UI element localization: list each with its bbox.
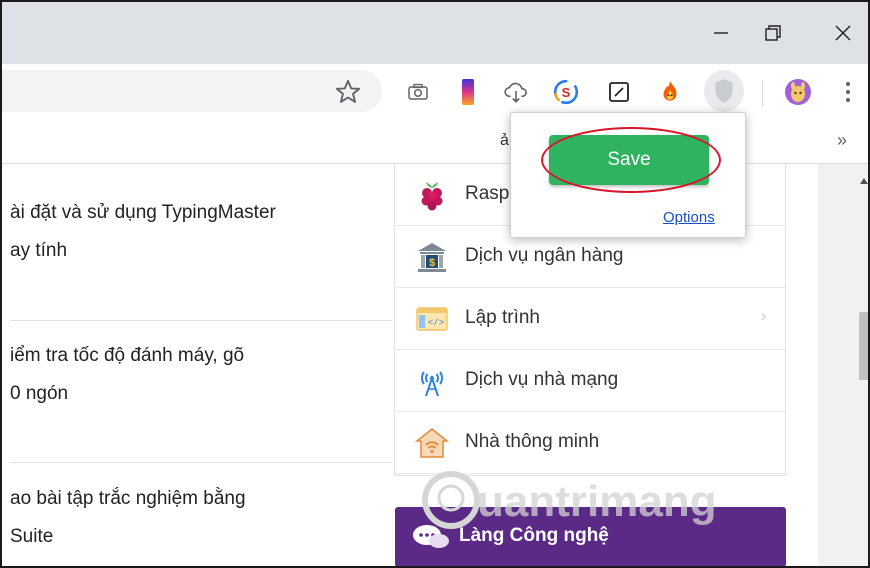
- shield-extension-icon: [715, 79, 733, 103]
- toolbar-separator: [762, 80, 763, 106]
- article-title-line: 0 ngón: [10, 383, 69, 404]
- title-bar: [2, 2, 868, 64]
- article-title-line: Suite: [10, 526, 54, 547]
- chevron-right-icon: ›: [761, 308, 767, 325]
- minimize-button[interactable]: [692, 2, 750, 64]
- star-icon: [335, 79, 361, 103]
- divider: [10, 320, 392, 321]
- close-button[interactable]: [814, 2, 868, 64]
- antenna-icon: [421, 371, 443, 397]
- chat-bubbles-icon: [413, 525, 449, 548]
- cloud-download-icon: [504, 82, 527, 103]
- article-title-line: ay tính: [10, 240, 68, 261]
- smart-home-icon: [415, 428, 449, 458]
- page-right-gutter: [818, 164, 856, 566]
- menu-item-label: Rasp: [465, 183, 510, 204]
- article-item[interactable]: iểm tra tốc độ đánh máy, gõ 0 ngón: [10, 337, 244, 413]
- address-bar[interactable]: [2, 70, 382, 112]
- scroll-up-arrow-icon[interactable]: [860, 178, 868, 184]
- article-title-line: ao bài tập trắc nghiệm bằng: [10, 488, 246, 509]
- extension-popup: Save Options: [510, 112, 746, 238]
- options-link[interactable]: Options: [663, 209, 715, 226]
- svg-text:</>: </>: [428, 318, 444, 328]
- profile-button[interactable]: [784, 78, 812, 106]
- bookmarks-overflow-button[interactable]: »: [837, 130, 847, 151]
- community-banner-button[interactable]: Làng Công nghệ: [395, 507, 786, 566]
- close-icon: [835, 25, 851, 41]
- menu-item-network[interactable]: Dịch vụ nhà mạng: [395, 350, 785, 412]
- scrollbar-thumb[interactable]: [859, 312, 868, 380]
- color-extension-button[interactable]: [454, 78, 482, 106]
- menu-item-label: Lập trình: [465, 307, 540, 328]
- browser-window: S ả » ài đặt và sử dụng TypingMaster ay …: [0, 0, 870, 568]
- divider: [10, 462, 392, 463]
- article-title-line: iểm tra tốc độ đánh máy, gõ: [10, 345, 245, 366]
- camera-extension-button[interactable]: [404, 78, 432, 106]
- restore-icon: [765, 25, 781, 41]
- bookmark-star-button[interactable]: [334, 78, 362, 106]
- active-extension-button[interactable]: [704, 70, 744, 112]
- svg-text:$: $: [429, 257, 435, 269]
- fire-extension-button[interactable]: [656, 78, 684, 106]
- bookmark-item-partial[interactable]: ả: [500, 132, 509, 150]
- chrome-menu-button[interactable]: [834, 78, 862, 106]
- minimize-icon: [714, 32, 728, 34]
- code-window-icon: </>: [416, 307, 448, 331]
- menu-item-label: Nhà thông minh: [465, 431, 600, 452]
- svg-text:S: S: [562, 85, 571, 100]
- menu-item-smart-home[interactable]: Nhà thông minh: [395, 412, 785, 474]
- menu-item-label: Dịch vụ ngân hàng: [465, 245, 624, 266]
- article-item[interactable]: ài đặt và sử dụng TypingMaster ay tính: [10, 194, 276, 270]
- restore-button[interactable]: [744, 2, 802, 64]
- bank-icon: $: [418, 243, 446, 272]
- article-title-line: ài đặt và sử dụng TypingMaster: [10, 202, 276, 223]
- more-menu-icon: [846, 82, 850, 102]
- raspberry-icon: [421, 182, 443, 211]
- camera-icon: [408, 83, 428, 100]
- article-item[interactable]: ao bài tập trắc nghiệm bằng Suite: [10, 480, 246, 556]
- banner-label: Làng Công nghệ: [459, 525, 609, 546]
- menu-item-programming[interactable]: </> Lập trình ›: [395, 288, 785, 350]
- fire-icon: [663, 81, 677, 101]
- s-badge-icon: S: [553, 79, 579, 105]
- menu-item-label: Dịch vụ nhà mạng: [465, 369, 619, 390]
- profile-avatar-icon: [785, 79, 811, 105]
- edit-extension-button[interactable]: [605, 78, 633, 106]
- s-extension-button[interactable]: S: [552, 78, 580, 106]
- article-list: ài đặt và sử dụng TypingMaster ay tính i…: [2, 164, 394, 566]
- edit-square-icon: [609, 82, 629, 102]
- gradient-color-icon: [462, 79, 474, 105]
- cloud-extension-button[interactable]: [502, 78, 530, 106]
- save-button[interactable]: Save: [549, 135, 709, 185]
